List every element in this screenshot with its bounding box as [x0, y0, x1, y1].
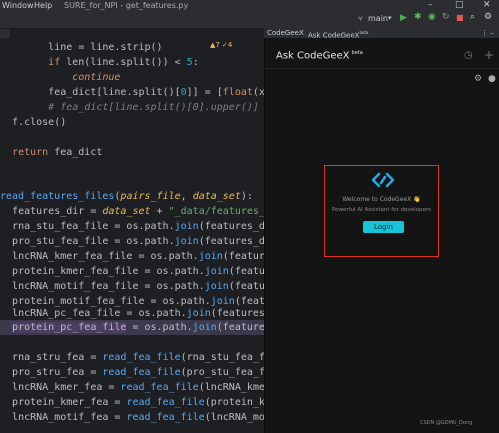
code-line: read_features_files(pairs_file, data_set…: [0, 191, 253, 202]
code-line: lncRNA_kmer_fea_file = os.path.join(feat…: [12, 251, 264, 262]
minimize-panel-icon[interactable]: –: [490, 28, 494, 38]
tab-beta-badge: beta: [359, 30, 369, 35]
settings-icon[interactable]: ⚙: [484, 12, 492, 22]
panel-divider: [265, 68, 499, 69]
code-line: line = line.strip(): [48, 42, 163, 53]
code-line: lncRNA_pc_fea_file = os.path.join(featur…: [12, 308, 264, 319]
coverage-icon[interactable]: ◉: [428, 12, 436, 22]
login-button[interactable]: Login: [363, 221, 404, 233]
panel-title: Ask CodeGeeX beta: [276, 50, 363, 61]
code-line: pro_stu_fea_file = os.path.join(features…: [12, 236, 264, 247]
chevron-down-icon[interactable]: ▾: [388, 14, 392, 22]
code-line: lncRNA_motif_fea_file = os.path.join(fea…: [12, 281, 264, 292]
close-icon[interactable]: ✕: [483, 0, 491, 11]
stop-icon[interactable]: ■: [456, 13, 464, 22]
maximize-icon[interactable]: □: [455, 0, 464, 11]
settings-gear-icon[interactable]: ⚙: [474, 74, 482, 84]
code-line: lncRNA_kmer_fea = read_fea_file(lncRNA_k…: [12, 382, 264, 393]
profile-icon[interactable]: ↻: [442, 12, 450, 22]
tool-window-tabs: CodeGeeX Ask CodeGeeXbeta ⋮ –: [264, 28, 499, 39]
code-line: fea_dict[line.split()[0]] = [float(x) fo…: [48, 87, 264, 98]
welcome-subtitle: Powerful AI Assistant for developers: [332, 207, 431, 213]
code-line: lncRNA_motif_fea = read_fea_file(lncRNA_…: [12, 412, 264, 423]
beta-badge: beta: [351, 50, 363, 56]
search-icon[interactable]: ⌕: [470, 12, 475, 22]
code-editor[interactable]: ▲7 ✓4 line = line.strip() if len(line.sp…: [0, 38, 264, 433]
code-line: rna_stu_fea_file = os.path.join(features…: [12, 221, 264, 232]
watermark: CSDN @GDMU_Dong: [420, 420, 473, 426]
panel-title-text: Ask CodeGeeX: [276, 50, 350, 62]
codegeex-logo-icon: [372, 172, 394, 188]
add-icon[interactable]: +: [484, 48, 494, 62]
code-line: rna_stru_fea = read_fea_file(rna_stu_fea…: [12, 352, 264, 363]
history-icon[interactable]: ◷: [464, 50, 473, 61]
branch-selector[interactable]: main: [368, 14, 388, 23]
window-title: SURE_for_NPI - get_features.py: [64, 1, 189, 10]
code-line: features_dir = data_set + "_data/feature…: [12, 206, 264, 217]
inspection-widget[interactable]: ▲7 ✓4: [210, 41, 232, 49]
menu-help[interactable]: Help: [34, 0, 52, 11]
toolbar: ⑂ main ▾ ▶ ✱ ◉ ↻ ■ ⌕ ⚙: [0, 11, 499, 29]
code-line: f.close(): [12, 117, 67, 128]
code-line: return fea_dict: [12, 147, 103, 158]
code-line: protein_kmer_fea = read_fea_file(protein…: [12, 397, 264, 408]
run-icon[interactable]: ▶: [400, 13, 407, 23]
debug-icon[interactable]: ✱: [414, 12, 422, 22]
welcome-text: Welcome to CodeGeeX 👋: [342, 196, 421, 203]
github-icon[interactable]: ●: [488, 74, 496, 84]
more-options-icon[interactable]: ⋮: [481, 28, 488, 38]
code-line: pro_stru_fea = read_fea_file(pro_stu_fea…: [12, 367, 264, 378]
code-line: protein_pc_fea_file = os.path.join(featu…: [12, 322, 264, 333]
menu-window[interactable]: Window: [2, 0, 34, 11]
branch-icon: ⑂: [358, 14, 363, 23]
menu-bar: Window Help SURE_for_NPI - get_features.…: [0, 0, 499, 11]
file-tab[interactable]: py: [0, 29, 10, 46]
tab-codegeex[interactable]: CodeGeeX: [267, 28, 304, 38]
code-line: continue: [72, 72, 121, 83]
code-line: # fea_dict[line.split()[0].upper()] = [f…: [48, 102, 259, 113]
code-line: protein_kmer_fea_file = os.path.join(fea…: [12, 266, 264, 277]
code-line: if len(line.split()) < 5:: [48, 57, 199, 68]
minimize-icon[interactable]: –: [428, 0, 433, 11]
